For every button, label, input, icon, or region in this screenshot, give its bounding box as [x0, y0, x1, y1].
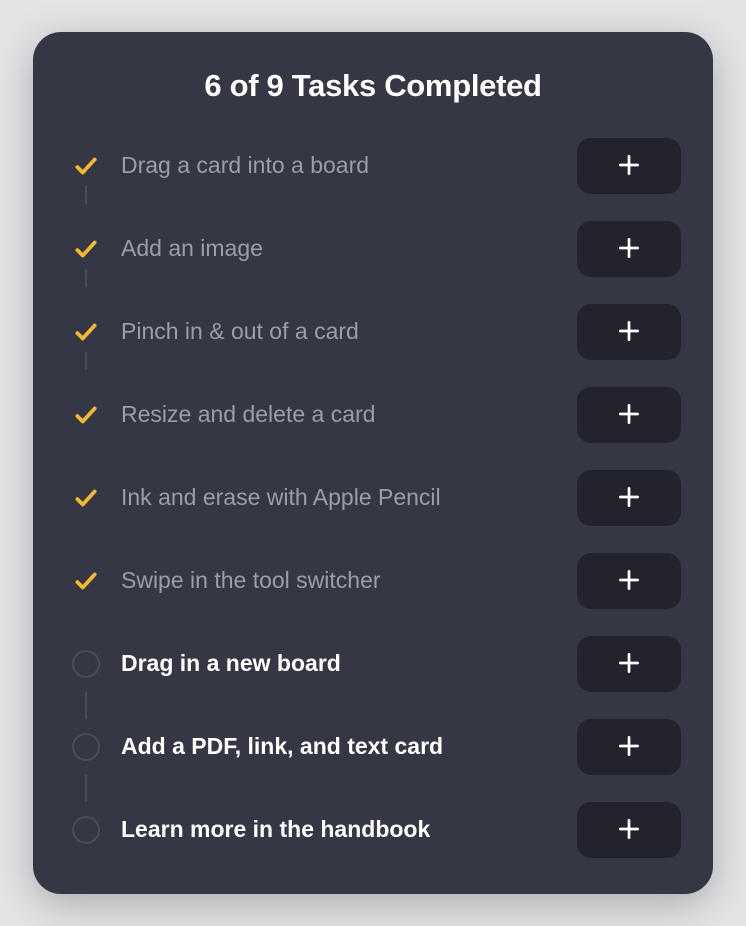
check-icon — [72, 235, 100, 263]
connector-line — [85, 352, 87, 370]
check-icon — [72, 318, 100, 346]
expand-button[interactable] — [577, 802, 681, 858]
circle-icon — [72, 733, 100, 761]
task-row: Pinch in & out of a card — [65, 304, 681, 360]
plus-icon — [616, 152, 642, 181]
plus-icon — [616, 650, 642, 679]
task-list: Drag a card into a board Add an image — [65, 138, 681, 858]
task-status — [65, 719, 107, 775]
circle-icon — [72, 650, 100, 678]
expand-button[interactable] — [577, 719, 681, 775]
expand-button[interactable] — [577, 470, 681, 526]
task-row: Add an image — [65, 221, 681, 277]
task-label: Ink and erase with Apple Pencil — [107, 483, 577, 513]
task-row: Learn more in the handbook — [65, 802, 681, 858]
plus-icon — [616, 484, 642, 513]
check-icon — [72, 484, 100, 512]
connector-line — [85, 269, 87, 287]
task-row: Drag in a new board — [65, 636, 681, 692]
expand-button[interactable] — [577, 553, 681, 609]
plus-icon — [616, 318, 642, 347]
task-label: Resize and delete a card — [107, 400, 577, 430]
task-row: Resize and delete a card — [65, 387, 681, 443]
task-row: Drag a card into a board — [65, 138, 681, 194]
task-row: Swipe in the tool switcher — [65, 553, 681, 609]
connector-line — [85, 186, 87, 204]
task-status — [65, 387, 107, 443]
check-icon — [72, 152, 100, 180]
check-icon — [72, 401, 100, 429]
task-label: Drag a card into a board — [107, 151, 577, 181]
plus-icon — [616, 401, 642, 430]
connector-line — [85, 775, 87, 802]
task-status — [65, 138, 107, 194]
plus-icon — [616, 816, 642, 845]
expand-button[interactable] — [577, 221, 681, 277]
expand-button[interactable] — [577, 636, 681, 692]
expand-button[interactable] — [577, 387, 681, 443]
tasks-title: 6 of 9 Tasks Completed — [65, 68, 681, 104]
task-status — [65, 221, 107, 277]
circle-icon — [72, 816, 100, 844]
task-label: Pinch in & out of a card — [107, 317, 577, 347]
expand-button[interactable] — [577, 138, 681, 194]
task-label: Swipe in the tool switcher — [107, 566, 577, 596]
plus-icon — [616, 567, 642, 596]
task-status — [65, 304, 107, 360]
task-row: Add a PDF, link, and text card — [65, 719, 681, 775]
task-label: Drag in a new board — [107, 649, 577, 679]
plus-icon — [616, 235, 642, 264]
task-status — [65, 802, 107, 858]
task-status — [65, 636, 107, 692]
task-label: Add an image — [107, 234, 577, 264]
task-status — [65, 553, 107, 609]
expand-button[interactable] — [577, 304, 681, 360]
connector-line — [85, 692, 87, 719]
tasks-card: 6 of 9 Tasks Completed Drag a card into … — [33, 32, 713, 894]
task-row: Ink and erase with Apple Pencil — [65, 470, 681, 526]
task-label: Add a PDF, link, and text card — [107, 732, 577, 762]
check-icon — [72, 567, 100, 595]
task-label: Learn more in the handbook — [107, 815, 577, 845]
plus-icon — [616, 733, 642, 762]
task-status — [65, 470, 107, 526]
